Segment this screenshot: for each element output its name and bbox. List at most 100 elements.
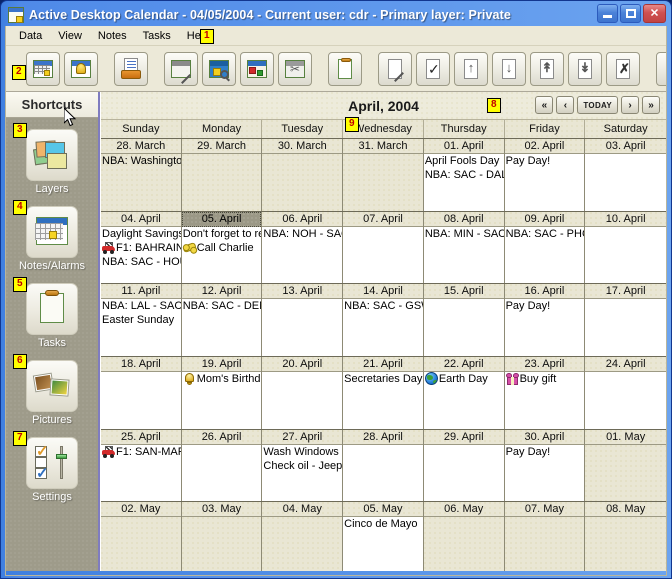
sidebar-item-notes-alarms[interactable]: 4 Notes/Alarms	[13, 200, 85, 272]
menu-item-notes[interactable]: Notes	[91, 28, 134, 44]
calendar-note[interactable]: Earth Day	[424, 372, 504, 386]
calendar-day-cell[interactable]: 11. April NBA: LAL - SAC Easter Sunday	[101, 284, 182, 356]
sidebar-item-tasks[interactable]: 5 Tasks	[13, 277, 82, 349]
calendar-day-cell[interactable]: 16. April Pay Day!	[504, 284, 586, 356]
calendar-note[interactable]: Daylight Savings	[102, 227, 181, 241]
calendar-note[interactable]: Don't forget to re	[183, 227, 262, 241]
calendar-day-cell[interactable]: 07. April	[343, 211, 424, 284]
menu-item-data[interactable]: Data	[12, 28, 49, 44]
calendar-day-cell[interactable]: 29. March	[181, 139, 263, 211]
calendar-note[interactable]: Call Charlie	[181, 241, 262, 255]
calendar-day-cell[interactable]: 10. April	[585, 211, 666, 284]
sidebar-item-settings[interactable]: 7 ✓ ✓ Settings	[13, 431, 82, 503]
calendar-day-cell[interactable]: 17. April	[585, 284, 666, 356]
calendar-note[interactable]: Pay Day!	[506, 154, 585, 168]
new-note-button[interactable]	[328, 51, 362, 86]
calendar-note[interactable]: F1: SAN-MAR	[102, 445, 181, 459]
calendar-day-cell[interactable]: 04. April Daylight Savings F1: BAHRAIN NBA:…	[101, 211, 182, 284]
calendar-day-cell[interactable]: 04. May	[262, 502, 344, 574]
delete-note-button[interactable]: ✗	[606, 51, 640, 86]
prev-month-button[interactable]: ‹	[556, 96, 575, 114]
complete-task-button[interactable]: ✓	[416, 51, 450, 86]
calendar-day-cell[interactable]: 05. April Don't forget to re Call Charlie	[181, 211, 263, 284]
calendar-note[interactable]: Mom's Birthda	[183, 372, 261, 386]
calendar-day-cell[interactable]: 05. May Cinco de Mayo	[343, 502, 424, 574]
calendar-note[interactable]: Pay Day!	[506, 299, 585, 313]
calendar-day-cell[interactable]: 22. April Earth Day	[423, 356, 505, 429]
calendar-note[interactable]: Wash Windows	[263, 445, 342, 459]
design-layer-button[interactable]	[164, 51, 198, 86]
calendar-day-cell[interactable]: 03. May	[181, 502, 263, 574]
move-down-button[interactable]: ↓	[492, 51, 526, 86]
calendar-day-cell[interactable]: 02. April Pay Day!	[504, 139, 586, 211]
calendar-note[interactable]: Cinco de Mayo	[344, 517, 423, 531]
move-top-button[interactable]: ↟	[530, 51, 564, 86]
calendar-note[interactable]: NBA: SAC - PHO	[506, 227, 585, 241]
calendar-note[interactable]: F1: BAHRAIN	[102, 241, 181, 255]
menu-item-tasks[interactable]: Tasks	[136, 28, 178, 44]
maximize-button[interactable]	[620, 4, 641, 23]
calendar-note[interactable]: Easter Sunday	[102, 313, 181, 327]
calendar-note[interactable]: Buy gift	[505, 372, 585, 386]
calendar-day-cell[interactable]: 25. April F1: SAN-MAR	[101, 429, 182, 502]
calendar-day-cell[interactable]: 19. April Mom's Birthda	[181, 356, 263, 429]
calendar-note[interactable]: NBA: Washingto	[102, 154, 181, 168]
menu-item-view[interactable]: View	[51, 28, 89, 44]
calendar-day-cell[interactable]: 20. April	[262, 356, 344, 429]
calendar-note[interactable]: NBA: SAC - DAL	[425, 168, 504, 182]
minimize-button[interactable]	[597, 4, 618, 23]
calendar-note[interactable]: NBA: SAC - GSW	[344, 299, 423, 313]
calendar-day-cell[interactable]: 01. May	[585, 429, 666, 502]
close-button[interactable]: ✕	[643, 4, 666, 23]
calendar-note[interactable]: April Fools Day	[425, 154, 504, 168]
calendar-note[interactable]: NBA: SAC - DEN	[183, 299, 262, 313]
layer-properties-button[interactable]	[240, 51, 274, 86]
next-month-button[interactable]: ›	[621, 96, 639, 114]
calendar-day-cell[interactable]: 08. April NBA: MIN - SAC	[423, 211, 505, 284]
calendar-day-cell[interactable]: 02. May	[101, 502, 182, 574]
calendar-day-cell[interactable]: 26. April	[181, 429, 263, 502]
calendar-day-cell[interactable]: 27. April Wash Windows Check oil - Jeep	[262, 429, 344, 502]
calendar-note[interactable]: NBA: NOH - SAC	[263, 227, 342, 241]
calendar-day-cell[interactable]: 24. April	[585, 356, 666, 429]
cut-layer-button[interactable]: ✂	[278, 51, 312, 86]
calendar-day-cell[interactable]: 21. April Secretaries Day	[343, 356, 424, 429]
calendar-day-cell[interactable]: 30. March	[262, 139, 344, 211]
prev-year-button[interactable]: «	[535, 96, 554, 114]
today-button[interactable]: TODAY	[577, 96, 618, 114]
calendar-note[interactable]: Pay Day!	[506, 445, 585, 459]
calendar-day-cell[interactable]: 09. April NBA: SAC - PHO	[504, 211, 586, 284]
calendar-day-cell[interactable]: 07. May	[504, 502, 586, 574]
next-year-button[interactable]: »	[642, 96, 660, 114]
calendar-day-cell[interactable]: 06. April NBA: NOH - SAC	[262, 211, 344, 284]
calendar-day-cell[interactable]: 23. April Buy gift	[504, 356, 586, 429]
move-bottom-button[interactable]: ↡	[568, 51, 602, 86]
calendar-day-cell[interactable]: 29. April	[423, 429, 505, 502]
show-alarms-button[interactable]	[64, 51, 98, 86]
calendar-day-cell[interactable]: 03. April	[585, 139, 666, 211]
calendar-note[interactable]: Secretaries Day	[344, 372, 423, 386]
calendar-note[interactable]: NBA: SAC - HOU	[102, 255, 181, 269]
move-up-button[interactable]: ↑	[454, 51, 488, 86]
calendar-day-cell[interactable]: 28. March NBA: Washingto	[101, 139, 182, 211]
help-button[interactable]: ?	[656, 51, 666, 86]
calendar-day-cell[interactable]: 12. April NBA: SAC - DEN	[181, 284, 263, 356]
calendar-day-cell[interactable]: 06. May	[423, 502, 505, 574]
calendar-day-cell[interactable]: 31. March	[343, 139, 424, 211]
calendar-day-cell[interactable]: 01. April April Fools Day NBA: SAC - DAL	[423, 139, 505, 211]
calendar-note[interactable]: NBA: LAL - SAC	[102, 299, 181, 313]
calendar-day-cell[interactable]: 15. April	[423, 284, 505, 356]
calendar-day-cell[interactable]: 28. April	[343, 429, 424, 502]
calendar-day-cell[interactable]: 30. April Pay Day!	[504, 429, 586, 502]
calendar-day-cell[interactable]: 18. April	[101, 356, 182, 429]
calendar-note[interactable]: NBA: MIN - SAC	[425, 227, 504, 241]
calendar-day-cell[interactable]: 13. April	[262, 284, 344, 356]
sidebar-item-pictures[interactable]: 6 Pictures	[13, 354, 82, 426]
calendar-day-cell[interactable]: 14. April NBA: SAC - GSW	[343, 284, 424, 356]
edit-note-button[interactable]	[378, 51, 412, 86]
calendar-note[interactable]: Check oil - Jeep	[263, 459, 342, 473]
preview-layer-button[interactable]	[202, 51, 236, 86]
sidebar-item-layers[interactable]: 3 Layers	[13, 123, 82, 195]
print-button[interactable]	[114, 51, 148, 86]
show-calendar-button[interactable]	[26, 51, 60, 86]
